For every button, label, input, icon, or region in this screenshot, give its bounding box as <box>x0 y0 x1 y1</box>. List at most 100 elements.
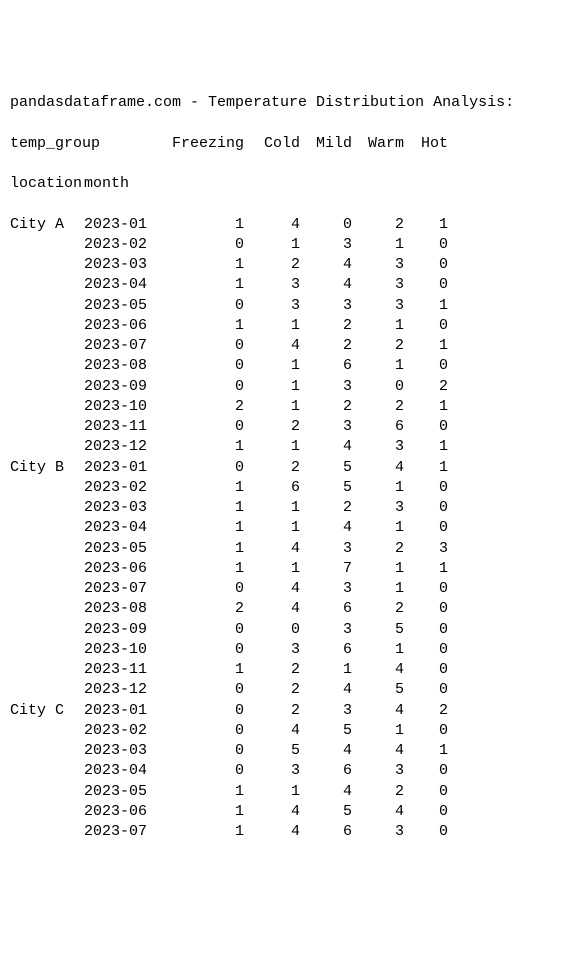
value-cell-freezing: 1 <box>170 802 254 822</box>
month-cell: 2023-06 <box>84 802 170 822</box>
value-cell-warm: 1 <box>358 579 410 599</box>
value-cell-mild: 3 <box>306 377 358 397</box>
value-cell-hot: 0 <box>410 680 448 700</box>
value-cell-mild: 5 <box>306 802 358 822</box>
value-cell-warm: 1 <box>358 356 410 376</box>
value-cell-cold: 1 <box>254 356 306 376</box>
value-cell-freezing: 1 <box>170 437 254 457</box>
month-cell: 2023-04 <box>84 275 170 295</box>
value-cell-cold: 1 <box>254 437 306 457</box>
value-cell-hot: 0 <box>410 660 448 680</box>
value-cell-mild: 1 <box>306 660 358 680</box>
value-cell-warm: 3 <box>358 296 410 316</box>
value-cell-freezing: 1 <box>170 782 254 802</box>
value-cell-freezing: 2 <box>170 599 254 619</box>
value-cell-cold: 5 <box>254 741 306 761</box>
value-cell-freezing: 1 <box>170 316 254 336</box>
value-cell-mild: 2 <box>306 316 358 336</box>
value-cell-hot: 0 <box>410 356 448 376</box>
table-row: 2023-0714630 <box>10 822 570 842</box>
value-cell-freezing: 0 <box>170 620 254 640</box>
month-cell: 2023-08 <box>84 356 170 376</box>
value-cell-mild: 4 <box>306 275 358 295</box>
value-cell-warm: 1 <box>358 316 410 336</box>
value-cell-hot: 0 <box>410 599 448 619</box>
value-cell-freezing: 1 <box>170 478 254 498</box>
value-cell-mild: 2 <box>306 498 358 518</box>
value-cell-freezing: 1 <box>170 518 254 538</box>
value-cell-warm: 3 <box>358 275 410 295</box>
value-cell-hot: 1 <box>410 397 448 417</box>
value-cell-mild: 7 <box>306 559 358 579</box>
month-cell: 2023-06 <box>84 316 170 336</box>
table-row: 2023-0312430 <box>10 255 570 275</box>
value-cell-hot: 0 <box>410 640 448 660</box>
value-cell-cold: 4 <box>254 802 306 822</box>
value-cell-freezing: 0 <box>170 721 254 741</box>
value-cell-freezing: 0 <box>170 235 254 255</box>
value-cell-freezing: 0 <box>170 296 254 316</box>
data-rows-container: City A2023-01140212023-02013102023-03124… <box>10 215 570 843</box>
table-row: 2023-0216510 <box>10 478 570 498</box>
value-cell-mild: 3 <box>306 235 358 255</box>
value-cell-mild: 6 <box>306 761 358 781</box>
value-cell-freezing: 0 <box>170 336 254 356</box>
value-cell-hot: 0 <box>410 255 448 275</box>
value-cell-mild: 2 <box>306 397 358 417</box>
table-row: 2023-0611210 <box>10 316 570 336</box>
month-cell: 2023-02 <box>84 478 170 498</box>
value-cell-hot: 0 <box>410 721 448 741</box>
value-cell-warm: 4 <box>358 741 410 761</box>
value-cell-warm: 0 <box>358 377 410 397</box>
value-cell-hot: 0 <box>410 498 448 518</box>
value-cell-warm: 4 <box>358 458 410 478</box>
month-cell: 2023-10 <box>84 640 170 660</box>
value-cell-cold: 1 <box>254 559 306 579</box>
value-cell-warm: 5 <box>358 620 410 640</box>
value-cell-warm: 1 <box>358 235 410 255</box>
table-row: 2023-0411410 <box>10 518 570 538</box>
value-cell-mild: 3 <box>306 539 358 559</box>
col-hot: Hot <box>410 134 448 154</box>
value-cell-warm: 2 <box>358 397 410 417</box>
value-cell-warm: 5 <box>358 680 410 700</box>
value-cell-hot: 0 <box>410 478 448 498</box>
value-cell-freezing: 0 <box>170 680 254 700</box>
table-row: City A2023-0114021 <box>10 215 570 235</box>
value-cell-hot: 1 <box>410 458 448 478</box>
value-cell-warm: 6 <box>358 417 410 437</box>
page-title: pandasdataframe.com - Temperature Distri… <box>10 93 570 113</box>
value-cell-freezing: 0 <box>170 741 254 761</box>
month-cell: 2023-08 <box>84 599 170 619</box>
value-cell-cold: 4 <box>254 215 306 235</box>
month-cell: 2023-07 <box>84 579 170 599</box>
location-cell: City C <box>10 701 84 721</box>
month-cell: 2023-01 <box>84 215 170 235</box>
value-cell-cold: 3 <box>254 761 306 781</box>
value-cell-hot: 0 <box>410 417 448 437</box>
value-cell-mild: 5 <box>306 721 358 741</box>
month-cell: 2023-05 <box>84 296 170 316</box>
value-cell-freezing: 1 <box>170 822 254 842</box>
month-cell: 2023-05 <box>84 539 170 559</box>
table-row: 2023-0511420 <box>10 782 570 802</box>
value-cell-hot: 2 <box>410 701 448 721</box>
month-cell: 2023-09 <box>84 620 170 640</box>
table-row: City B2023-0102541 <box>10 458 570 478</box>
location-cell: City A <box>10 215 84 235</box>
value-cell-warm: 4 <box>358 802 410 822</box>
value-cell-warm: 2 <box>358 539 410 559</box>
location-cell: City B <box>10 458 84 478</box>
value-cell-hot: 0 <box>410 579 448 599</box>
value-cell-cold: 2 <box>254 255 306 275</box>
value-cell-mild: 5 <box>306 458 358 478</box>
index-header-row: locationmonth <box>10 174 570 194</box>
value-cell-cold: 1 <box>254 397 306 417</box>
value-cell-hot: 0 <box>410 518 448 538</box>
month-cell: 2023-11 <box>84 417 170 437</box>
value-cell-hot: 0 <box>410 316 448 336</box>
value-cell-cold: 2 <box>254 701 306 721</box>
table-row: 2023-1003610 <box>10 640 570 660</box>
value-cell-freezing: 0 <box>170 640 254 660</box>
value-cell-warm: 2 <box>358 599 410 619</box>
